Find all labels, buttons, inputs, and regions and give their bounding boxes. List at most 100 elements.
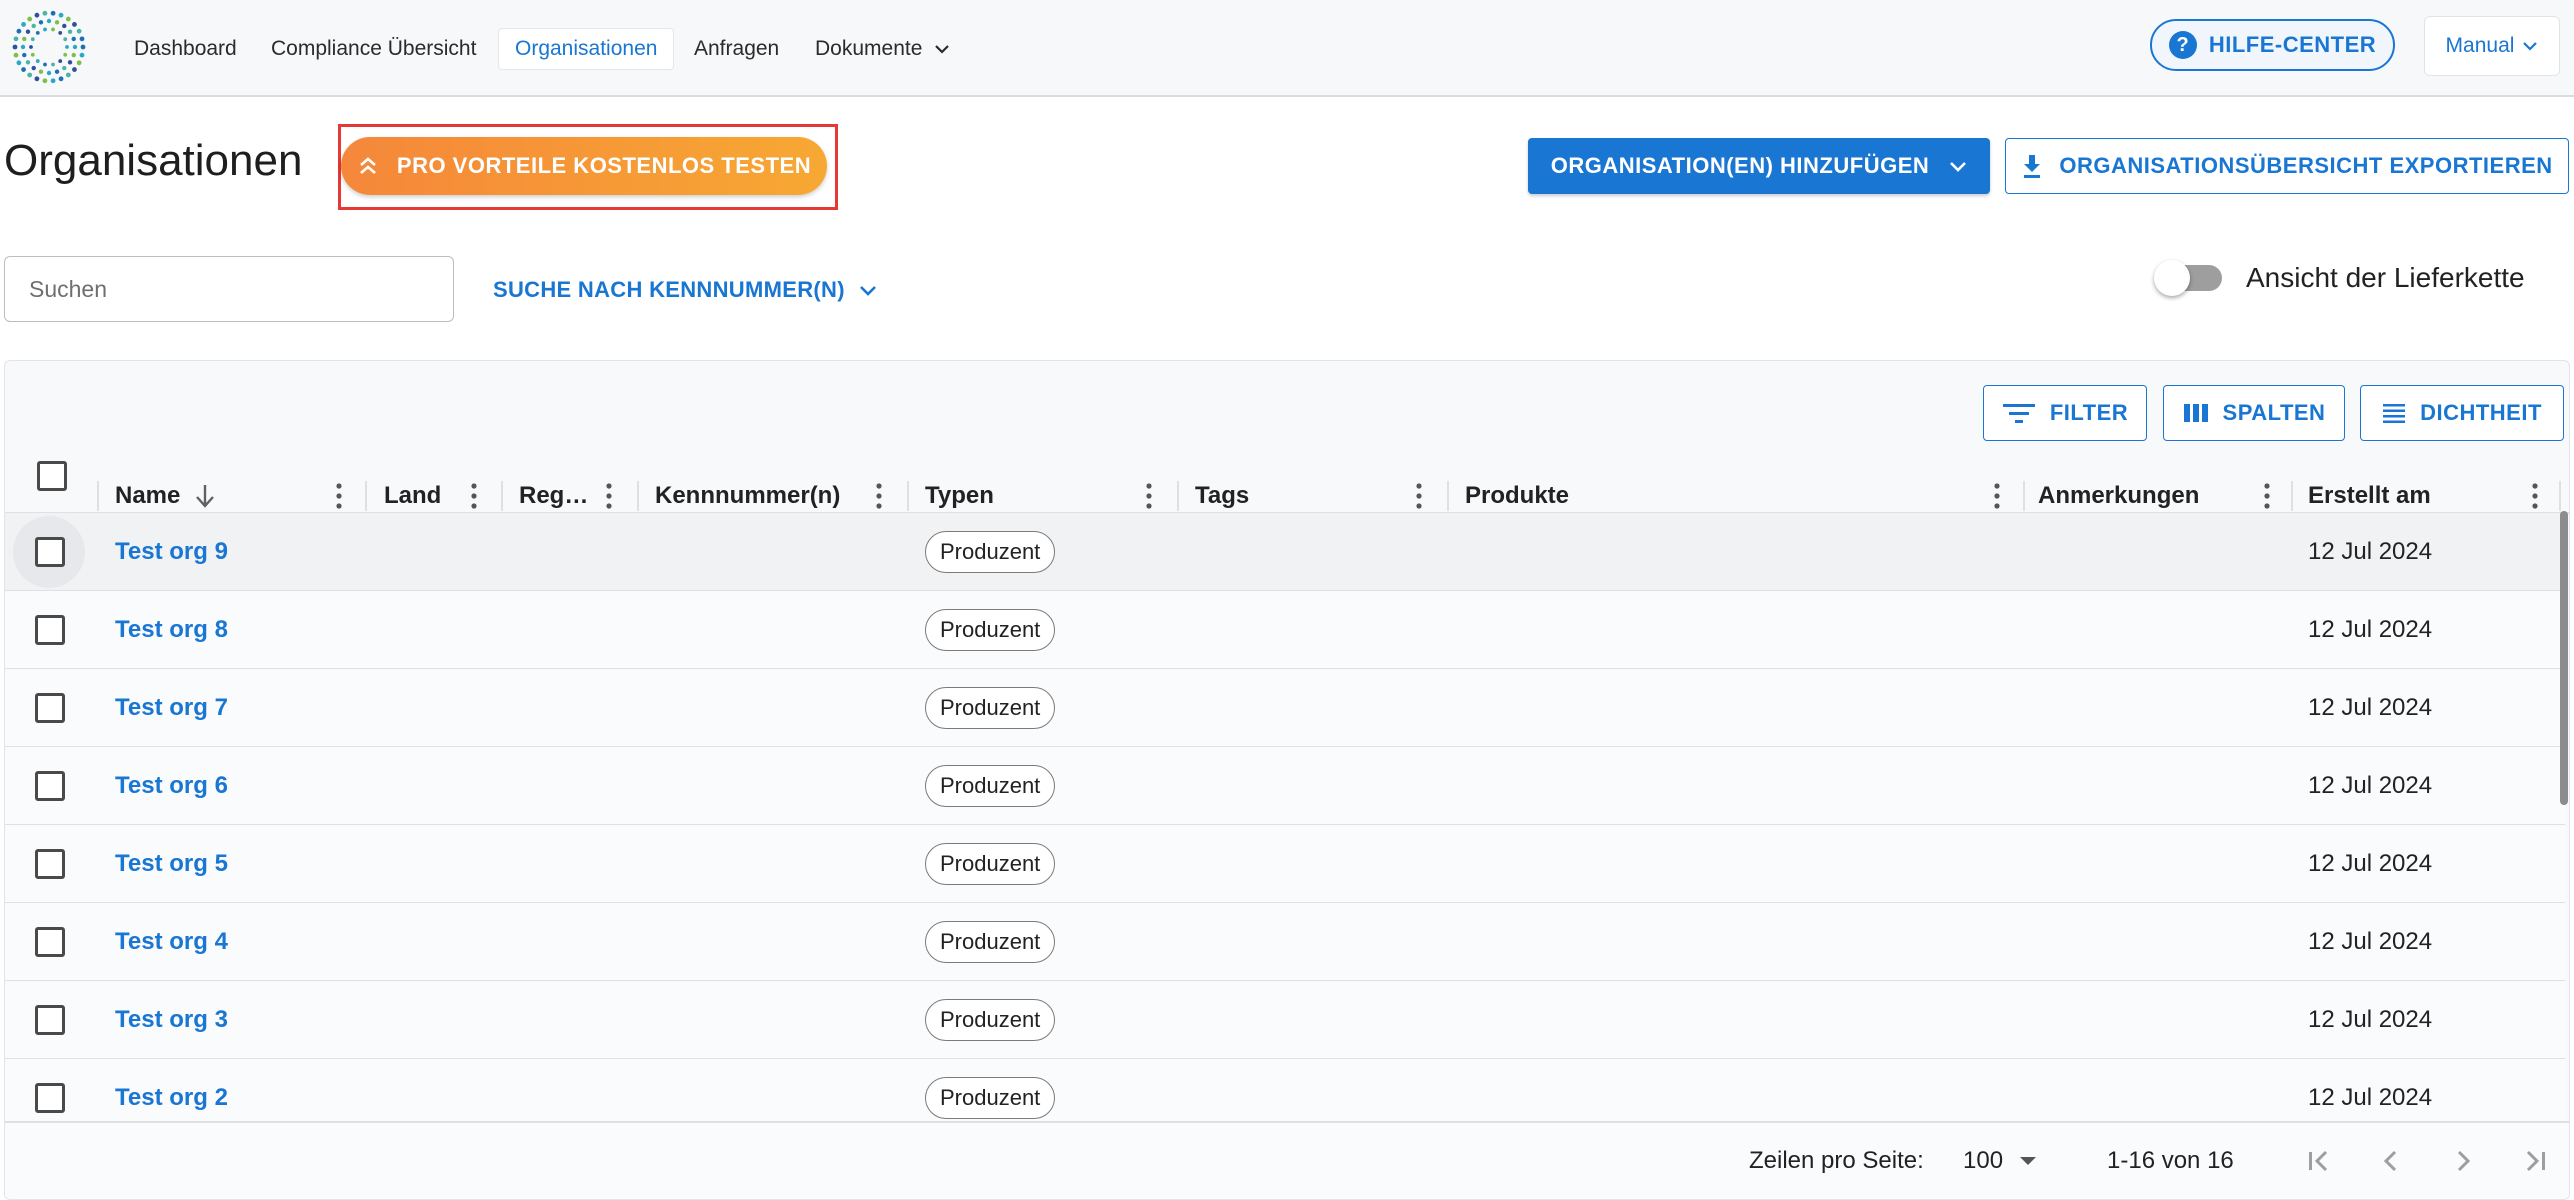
row-checkbox[interactable]: [35, 615, 65, 645]
search-by-id-button[interactable]: SUCHE NACH KENNNUMMER(N): [493, 272, 877, 308]
organisations-grid: FILTER SPALTEN DICHTHEIT Name Land Reg… …: [4, 360, 2570, 1200]
last-page-icon[interactable]: [2515, 1141, 2555, 1181]
created-date: 12 Jul 2024: [2308, 850, 2433, 877]
created-date: 12 Jul 2024: [2308, 928, 2433, 955]
double-chevron-up-icon: [360, 157, 376, 174]
filter-label: FILTER: [2049, 400, 2129, 425]
export-overview-button[interactable]: ORGANISATIONSÜBERSICHT EXPORTIEREN: [2005, 138, 2569, 194]
toggle-switch[interactable]: [2154, 260, 2222, 296]
nav-organisationen[interactable]: Organisationen: [498, 28, 675, 70]
column-header-name-label: Name: [115, 482, 181, 509]
column-separator: [637, 481, 639, 511]
logo-icon[interactable]: [10, 8, 88, 86]
pro-trial-button[interactable]: PRO VORTEILE KOSTENLOS TESTEN: [341, 137, 827, 195]
chevron-down-icon: [2523, 42, 2538, 51]
nav-dokumente-label: Dokumente: [815, 37, 923, 60]
table-row[interactable]: Test org 8 Produzent 12 Jul 2024: [5, 591, 2565, 669]
row-checkbox[interactable]: [35, 693, 65, 723]
column-separator: [2559, 481, 2561, 511]
supply-chain-toggle[interactable]: Ansicht der Lieferkette: [2154, 260, 2525, 296]
type-chip: Produzent: [925, 531, 1056, 573]
table-row[interactable]: Test org 3 Produzent 12 Jul 2024: [5, 981, 2565, 1059]
row-checkbox[interactable]: [35, 849, 65, 879]
density-label: DICHTHEIT: [2420, 400, 2542, 425]
row-checkbox[interactable]: [35, 537, 65, 567]
select-all-checkbox[interactable]: [37, 461, 67, 491]
type-chip: Produzent: [925, 921, 1056, 963]
toggle-knob: [2154, 260, 2190, 296]
next-page-icon[interactable]: [2443, 1141, 2483, 1181]
row-checkbox[interactable]: [35, 927, 65, 957]
add-organisation-label: ORGANISATION(EN) HINZUFÜGEN: [1550, 153, 1930, 178]
created-date: 12 Jul 2024: [2308, 538, 2433, 565]
user-menu-label: Manual: [2445, 34, 2515, 57]
table-row[interactable]: Test org 5 Produzent 12 Jul 2024: [5, 825, 2565, 903]
top-navigation: Dashboard Compliance Übersicht Organisat…: [0, 0, 2574, 97]
columns-label: SPALTEN: [2222, 400, 2326, 425]
row-checkbox[interactable]: [35, 1083, 65, 1113]
search-by-id-label: SUCHE NACH KENNNUMMER(N): [493, 277, 845, 302]
type-chip: Produzent: [925, 687, 1056, 729]
first-page-icon[interactable]: [2299, 1141, 2339, 1181]
row-checkbox[interactable]: [35, 1005, 65, 1035]
created-date: 12 Jul 2024: [2308, 694, 2433, 721]
created-date: 12 Jul 2024: [2308, 1006, 2433, 1033]
sort-descending-icon[interactable]: [194, 483, 216, 509]
chevron-down-icon: [859, 286, 876, 296]
help-center-button[interactable]: ? HILFE-CENTER: [2150, 19, 2395, 71]
density-icon: [2383, 404, 2406, 423]
nav-anfragen[interactable]: Anfragen: [678, 28, 795, 70]
supply-chain-label: Ansicht der Lieferkette: [2246, 262, 2525, 293]
organisation-link[interactable]: Test org 7: [115, 669, 228, 747]
type-chip: Produzent: [925, 609, 1056, 651]
nav-compliance[interactable]: Compliance Übersicht: [255, 28, 492, 70]
column-separator: [2023, 481, 2025, 511]
user-menu-button[interactable]: Manual: [2424, 16, 2560, 76]
page-title: Organisationen: [4, 136, 303, 185]
table-row[interactable]: Test org 4 Produzent 12 Jul 2024: [5, 903, 2565, 981]
columns-button[interactable]: SPALTEN: [2163, 385, 2345, 441]
filter-button[interactable]: FILTER: [1983, 385, 2147, 441]
pagination-footer: Zeilen pro Seite: 100 1-16 von 16: [5, 1121, 2569, 1199]
add-organisation-button[interactable]: ORGANISATION(EN) HINZUFÜGEN: [1528, 138, 1990, 194]
nav-dashboard[interactable]: Dashboard: [118, 28, 253, 70]
table-row[interactable]: Test org 7 Produzent 12 Jul 2024: [5, 669, 2565, 747]
column-separator: [501, 481, 503, 511]
column-separator: [365, 481, 367, 511]
organisation-link[interactable]: Test org 3: [115, 981, 228, 1059]
help-icon: ?: [2168, 31, 2197, 59]
type-chip: Produzent: [925, 999, 1056, 1041]
previous-page-icon[interactable]: [2371, 1141, 2411, 1181]
type-chip: Produzent: [925, 1077, 1056, 1119]
pro-trial-label: PRO VORTEILE KOSTENLOS TESTEN: [396, 153, 812, 178]
created-date: 12 Jul 2024: [2308, 616, 2433, 643]
filter-icon: [2002, 404, 2035, 423]
table-row[interactable]: Test org 9 Produzent 12 Jul 2024: [5, 513, 2565, 591]
column-separator: [2291, 481, 2293, 511]
column-separator: [1177, 481, 1179, 511]
row-checkbox[interactable]: [35, 771, 65, 801]
organisation-link[interactable]: Test org 9: [115, 513, 228, 591]
nav-dokumente[interactable]: Dokumente: [799, 28, 966, 70]
chevron-down-icon: [935, 45, 950, 55]
rows-per-page-select[interactable]: 100: [1963, 1147, 2037, 1175]
organisation-link[interactable]: Test org 5: [115, 825, 228, 903]
help-center-label: HILFE-CENTER: [2208, 32, 2377, 57]
density-button[interactable]: DICHTHEIT: [2360, 385, 2564, 441]
export-overview-label: ORGANISATIONSÜBERSICHT EXPORTIEREN: [2059, 153, 2553, 178]
table-row[interactable]: Test org 6 Produzent 12 Jul 2024: [5, 747, 2565, 825]
column-separator: [1447, 481, 1449, 511]
organisation-link[interactable]: Test org 4: [115, 903, 228, 981]
pagination-range: 1-16 von 16: [2107, 1147, 2234, 1174]
download-icon: [2024, 155, 2041, 178]
created-date: 12 Jul 2024: [2308, 772, 2433, 799]
organisation-link[interactable]: Test org 8: [115, 591, 228, 669]
rows-per-page-label: Zeilen pro Seite:: [1749, 1147, 1924, 1174]
columns-icon: [2183, 404, 2208, 422]
vertical-scrollbar[interactable]: [2560, 511, 2568, 805]
type-chip: Produzent: [925, 765, 1056, 807]
search-input[interactable]: [4, 256, 454, 322]
column-separator: [97, 481, 99, 511]
organisation-link[interactable]: Test org 6: [115, 747, 228, 825]
type-chip: Produzent: [925, 843, 1056, 885]
